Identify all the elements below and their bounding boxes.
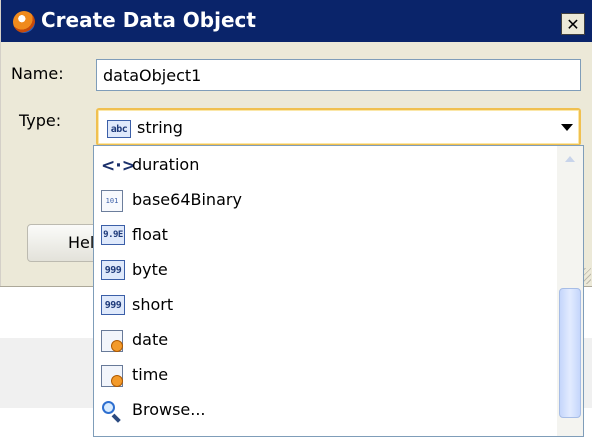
app-logo-icon [13, 11, 35, 33]
dropdown-arrow-icon[interactable] [561, 124, 573, 131]
dialog-title: Create Data Object [41, 8, 256, 32]
list-item-label: date [132, 330, 169, 349]
list-item-label: duration [132, 155, 200, 174]
list-item-base64binary[interactable]: 101 base64Binary [94, 183, 556, 218]
list-item-label: base64Binary [132, 190, 242, 209]
list-item-browse[interactable]: Browse... [94, 393, 556, 428]
scroll-thumb[interactable] [559, 288, 581, 418]
list-item-time[interactable]: time [94, 358, 556, 393]
binary-icon: 101 [101, 190, 123, 212]
list-item-duration[interactable]: <·> duration [94, 148, 556, 183]
number-icon: 999 [101, 260, 125, 280]
name-label: Name: [11, 64, 64, 83]
list-item-date[interactable]: date [94, 323, 556, 358]
list-item-label: short [132, 295, 174, 314]
list-item-label: time [132, 365, 169, 384]
float-icon: 9.9E [101, 225, 125, 245]
title-bar: Create Data Object ✕ [1, 0, 592, 42]
list-item-label: byte [132, 260, 168, 279]
type-label: Type: [19, 111, 62, 130]
type-select[interactable]: abc string [96, 108, 581, 146]
list-item-label: Browse... [132, 400, 206, 419]
calendar-clock-icon [101, 365, 123, 387]
list-item-short[interactable]: 999 short [94, 288, 556, 323]
list-item-byte[interactable]: 999 byte [94, 253, 556, 288]
calendar-icon [101, 330, 123, 352]
number-icon: 999 [101, 295, 125, 315]
dropdown-scrollbar[interactable] [557, 146, 583, 436]
close-button[interactable]: ✕ [561, 13, 585, 35]
type-dropdown-list[interactable]: <·> duration 101 base64Binary 9.9E float… [93, 145, 584, 437]
list-item-label: float [132, 225, 168, 244]
list-item-float[interactable]: 9.9E float [94, 218, 556, 253]
type-selected-value: string [137, 118, 183, 137]
name-input[interactable] [96, 59, 581, 91]
scroll-up-arrow-icon[interactable] [557, 150, 583, 172]
string-type-icon: abc [107, 120, 131, 138]
duration-icon: <·> [101, 156, 136, 176]
search-icon [101, 400, 123, 422]
